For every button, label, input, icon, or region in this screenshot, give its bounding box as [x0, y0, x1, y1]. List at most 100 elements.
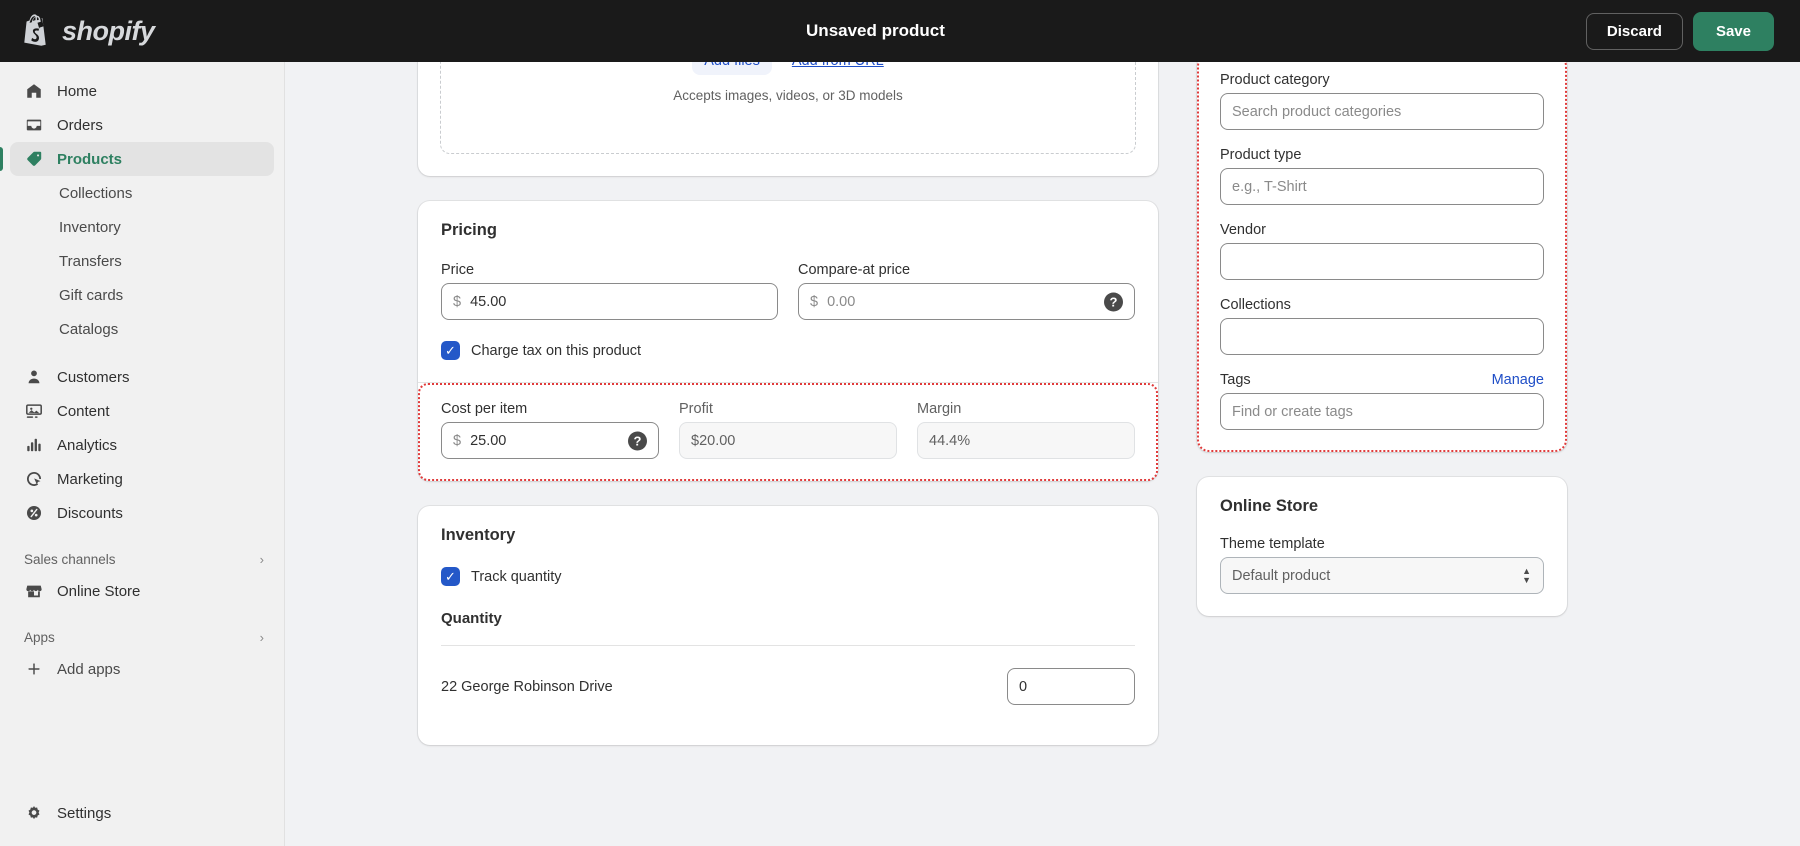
- sidebar-item-add-apps[interactable]: Add apps: [10, 652, 274, 686]
- price-row: Price $ 45.00 Compare-at price $ 0.00: [441, 262, 1135, 320]
- track-quantity-row[interactable]: ✓ Track quantity: [441, 567, 1135, 586]
- save-button[interactable]: Save: [1693, 12, 1774, 51]
- sidebar-label-online-store: Online Store: [57, 583, 140, 600]
- product-category-input[interactable]: Search product categories: [1220, 93, 1544, 130]
- chevron-right-icon[interactable]: ›: [260, 552, 264, 567]
- charge-tax-row[interactable]: ✓ Charge tax on this product: [441, 341, 1135, 360]
- theme-template-select[interactable]: Default product ▲ ▼: [1220, 557, 1544, 594]
- sidebar-section-apps[interactable]: Apps ›: [10, 622, 274, 652]
- organization-body: Product category Search product categori…: [1197, 54, 1567, 452]
- charge-tax-label: Charge tax on this product: [471, 343, 641, 359]
- product-type-input[interactable]: e.g., T-Shirt: [1220, 168, 1544, 205]
- online-store-icon: [24, 581, 44, 601]
- price-input[interactable]: $ 45.00: [441, 283, 778, 320]
- sidebar-label-orders: Orders: [57, 117, 103, 134]
- location-quantity-input[interactable]: 0: [1007, 668, 1135, 705]
- vendor-label: Vendor: [1220, 222, 1544, 238]
- sidebar-section-sales-channels[interactable]: Sales channels ›: [10, 544, 274, 574]
- chevron-right-icon-apps[interactable]: ›: [260, 630, 264, 645]
- sidebar-item-content[interactable]: Content: [10, 394, 274, 428]
- chevron-updown-icon[interactable]: ▲ ▼: [1522, 568, 1531, 584]
- help-icon-compare[interactable]: ?: [1104, 292, 1123, 311]
- track-quantity-label: Track quantity: [471, 569, 562, 585]
- sales-channels-label: Sales channels: [24, 552, 116, 567]
- plus-icon: [24, 659, 44, 679]
- apps-label: Apps: [24, 630, 55, 645]
- margin-value: 44.4%: [929, 433, 970, 449]
- sidebar-settings-wrap: Settings: [0, 796, 284, 830]
- inventory-title: Inventory: [441, 526, 1135, 545]
- sidebar-item-collections[interactable]: Collections: [10, 176, 274, 210]
- sidebar-item-transfers[interactable]: Transfers: [10, 244, 274, 278]
- center-column: Add files Add from URL Accepts images, v…: [418, 34, 1158, 770]
- discard-button[interactable]: Discard: [1586, 13, 1683, 50]
- shopify-wordmark: shopify: [62, 16, 155, 47]
- sidebar-item-orders[interactable]: Orders: [10, 108, 274, 142]
- margin-field-group: Margin 44.4%: [917, 401, 1135, 459]
- sidebar-item-analytics[interactable]: Analytics: [10, 428, 274, 462]
- right-column: Product category Search product categori…: [1197, 54, 1567, 641]
- tags-field: Tags Manage Find or create tags: [1220, 372, 1544, 430]
- customers-icon: [24, 367, 44, 387]
- sidebar-item-marketing[interactable]: Marketing: [10, 462, 274, 496]
- sidebar-item-online-store[interactable]: Online Store: [10, 574, 274, 608]
- tags-manage-link[interactable]: Manage: [1492, 372, 1544, 388]
- price-field-group: Price $ 45.00: [441, 262, 778, 320]
- location-name: 22 George Robinson Drive: [441, 679, 613, 695]
- product-type-label: Product type: [1220, 147, 1544, 163]
- track-quantity-checkbox[interactable]: ✓: [441, 567, 460, 586]
- collections-field: Collections: [1220, 297, 1544, 355]
- caret-up: ▲: [1522, 568, 1531, 575]
- sidebar-item-gift-cards[interactable]: Gift cards: [10, 278, 274, 312]
- compare-at-price-input[interactable]: $ 0.00 ?: [798, 283, 1135, 320]
- tags-input[interactable]: Find or create tags: [1220, 393, 1544, 430]
- cost-value: 25.00: [470, 433, 506, 449]
- compare-currency: $: [810, 294, 818, 310]
- location-quantity-value: 0: [1019, 679, 1027, 695]
- orders-icon: [24, 115, 44, 135]
- sidebar-label-content: Content: [57, 403, 110, 420]
- compare-at-price-label: Compare-at price: [798, 262, 1135, 278]
- online-store-card: Online Store Theme template Default prod…: [1197, 477, 1567, 616]
- sidebar-item-catalogs[interactable]: Catalogs: [10, 312, 274, 346]
- sidebar-item-home[interactable]: Home: [10, 74, 274, 108]
- profit-value: $20.00: [691, 433, 735, 449]
- sidebar-label-home: Home: [57, 83, 97, 100]
- marketing-cursor-icon: [24, 469, 44, 489]
- charge-tax-checkbox[interactable]: ✓: [441, 341, 460, 360]
- sidebar-item-discounts[interactable]: Discounts: [10, 496, 274, 530]
- sidebar-label-transfers: Transfers: [59, 253, 122, 270]
- tags-placeholder: Find or create tags: [1232, 404, 1353, 420]
- cost-field-group: Cost per item $ 25.00 ?: [441, 401, 659, 459]
- caret-down: ▼: [1522, 577, 1531, 584]
- sidebar-label-inventory: Inventory: [59, 219, 121, 236]
- help-icon-cost[interactable]: ?: [628, 431, 647, 450]
- top-bar: shopify Unsaved product Discard Save: [0, 0, 1800, 62]
- sidebar-item-settings[interactable]: Settings: [10, 796, 274, 830]
- page-title: Unsaved product: [165, 21, 1586, 41]
- sidebar-label-catalogs: Catalogs: [59, 321, 118, 338]
- sidebar-item-customers[interactable]: Customers: [10, 360, 274, 394]
- cost-per-item-input[interactable]: $ 25.00 ?: [441, 422, 659, 459]
- shopify-bag-icon: [22, 14, 52, 48]
- cost-per-item-label: Cost per item: [441, 401, 659, 417]
- home-icon: [24, 81, 44, 101]
- shopify-admin-product-page: shopify Unsaved product Discard Save Hom…: [0, 0, 1800, 846]
- sidebar-label-gift-cards: Gift cards: [59, 287, 123, 304]
- vendor-input[interactable]: [1220, 243, 1544, 280]
- sidebar-label-analytics: Analytics: [57, 437, 117, 454]
- content-icon: [24, 401, 44, 421]
- nav-spacer-3: [0, 608, 284, 622]
- cost-row: Cost per item $ 25.00 ? Profit $20.00: [441, 401, 1135, 459]
- online-store-title: Online Store: [1220, 497, 1544, 516]
- sidebar-item-products[interactable]: Products: [10, 142, 274, 176]
- product-category-field: Product category Search product categori…: [1220, 72, 1544, 130]
- sidebar-item-inventory[interactable]: Inventory: [10, 210, 274, 244]
- product-organization-card: Product category Search product categori…: [1197, 54, 1567, 452]
- collections-input[interactable]: [1220, 318, 1544, 355]
- tags-label: Tags: [1220, 372, 1251, 388]
- sidebar-nav: Home Orders Products Collections Invento…: [0, 62, 285, 846]
- compare-placeholder: 0.00: [827, 294, 855, 310]
- online-store-body: Online Store Theme template Default prod…: [1197, 477, 1567, 616]
- gear-icon: [24, 803, 44, 823]
